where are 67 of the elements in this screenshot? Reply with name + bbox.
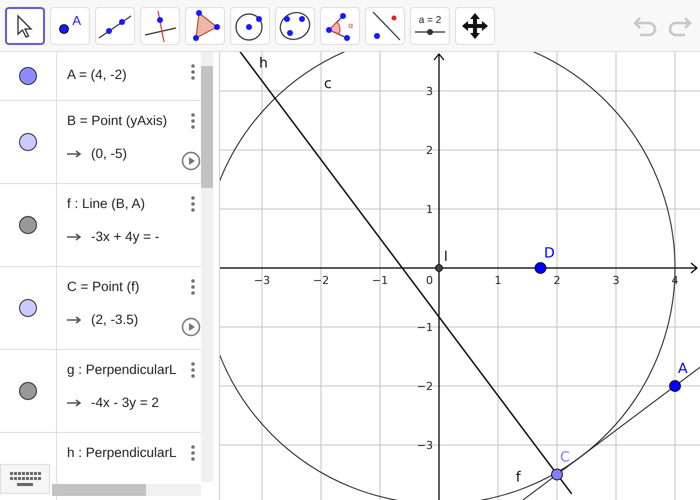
visibility-toggle[interactable] <box>19 67 37 85</box>
play-button[interactable] <box>181 151 201 171</box>
visibility-toggle[interactable] <box>19 382 37 400</box>
axis-tick-label: 3 <box>612 274 620 287</box>
move-arrows-icon <box>461 12 489 40</box>
visibility-toggle[interactable] <box>19 299 37 317</box>
object-label: h <box>259 55 268 72</box>
keyboard-icon <box>8 470 42 488</box>
axis-tick-label: 2 <box>554 274 560 287</box>
perpendicular-line-icon <box>142 8 178 42</box>
axis-tick-label: −2 <box>312 274 330 287</box>
tool-label: a = 2 <box>418 15 442 26</box>
point[interactable] <box>669 380 681 392</box>
axis-tick-label: 1 <box>494 274 502 287</box>
point-label: D <box>544 245 555 262</box>
axis-tick-label: 0 <box>426 274 433 287</box>
point[interactable] <box>534 262 546 274</box>
tool-button[interactable]: α <box>320 6 360 44</box>
axis-tick-label: 2 <box>426 144 433 157</box>
slider-icon <box>414 28 446 36</box>
arrow-icon <box>67 316 83 324</box>
tool-button[interactable]: a = 2 <box>410 6 450 44</box>
object-label: c <box>324 76 332 92</box>
value-text: (2, -3.5) <box>91 312 138 327</box>
more-options-icon[interactable] <box>191 113 195 129</box>
point-label: C <box>560 450 570 466</box>
tool-label: α <box>348 20 353 30</box>
axis-tick-label: 1 <box>426 203 433 216</box>
point-icon <box>58 22 70 34</box>
tool-label: A <box>72 12 81 28</box>
definition-text: C = Point (f) <box>67 279 140 294</box>
tool-button[interactable]: A <box>50 6 90 44</box>
value-text: (0, -5) <box>91 146 128 161</box>
more-options-icon[interactable] <box>191 362 195 378</box>
visibility-toggle[interactable] <box>19 216 37 234</box>
definition-text: B = Point (yAxis) <box>67 113 168 128</box>
definition-text: A = (4, -2) <box>67 67 127 82</box>
more-options-icon[interactable] <box>191 64 195 80</box>
pointer-icon <box>15 14 35 38</box>
definition-text: g : PerpendicularL <box>67 362 177 377</box>
definition-text: h : PerpendicularL <box>67 445 177 460</box>
axis-tick-label: −3 <box>416 439 433 452</box>
axis-tick-label: −1 <box>416 321 433 334</box>
axis-tick-label: 3 <box>426 85 433 98</box>
horizontal-scrollbar[interactable] <box>52 484 201 496</box>
point-label: A <box>678 361 688 378</box>
arrow-icon <box>67 150 83 158</box>
more-options-icon[interactable] <box>191 196 195 212</box>
definition-text: f : Line (B, A) <box>67 196 146 211</box>
point[interactable] <box>435 264 443 272</box>
axis-tick-label: −1 <box>372 274 388 287</box>
value-text: -4x - 3y = 2 <box>91 395 159 410</box>
value-text: -3x + 4y = - <box>91 229 160 244</box>
point-label: I <box>444 248 448 265</box>
visibility-toggle[interactable] <box>19 133 37 151</box>
keyboard-button[interactable] <box>0 464 50 494</box>
object-label: f <box>516 470 521 486</box>
tool-button[interactable] <box>5 6 45 44</box>
point[interactable] <box>551 468 563 480</box>
arrow-icon <box>67 398 83 406</box>
vertical-scrollbar[interactable] <box>201 52 213 482</box>
more-options-icon[interactable] <box>191 445 195 461</box>
arrow-icon <box>67 232 83 240</box>
axis-tick-label: −2 <box>416 380 433 393</box>
play-button[interactable] <box>181 317 201 337</box>
more-options-icon[interactable] <box>191 279 195 295</box>
axis-tick-label: −3 <box>254 274 270 287</box>
